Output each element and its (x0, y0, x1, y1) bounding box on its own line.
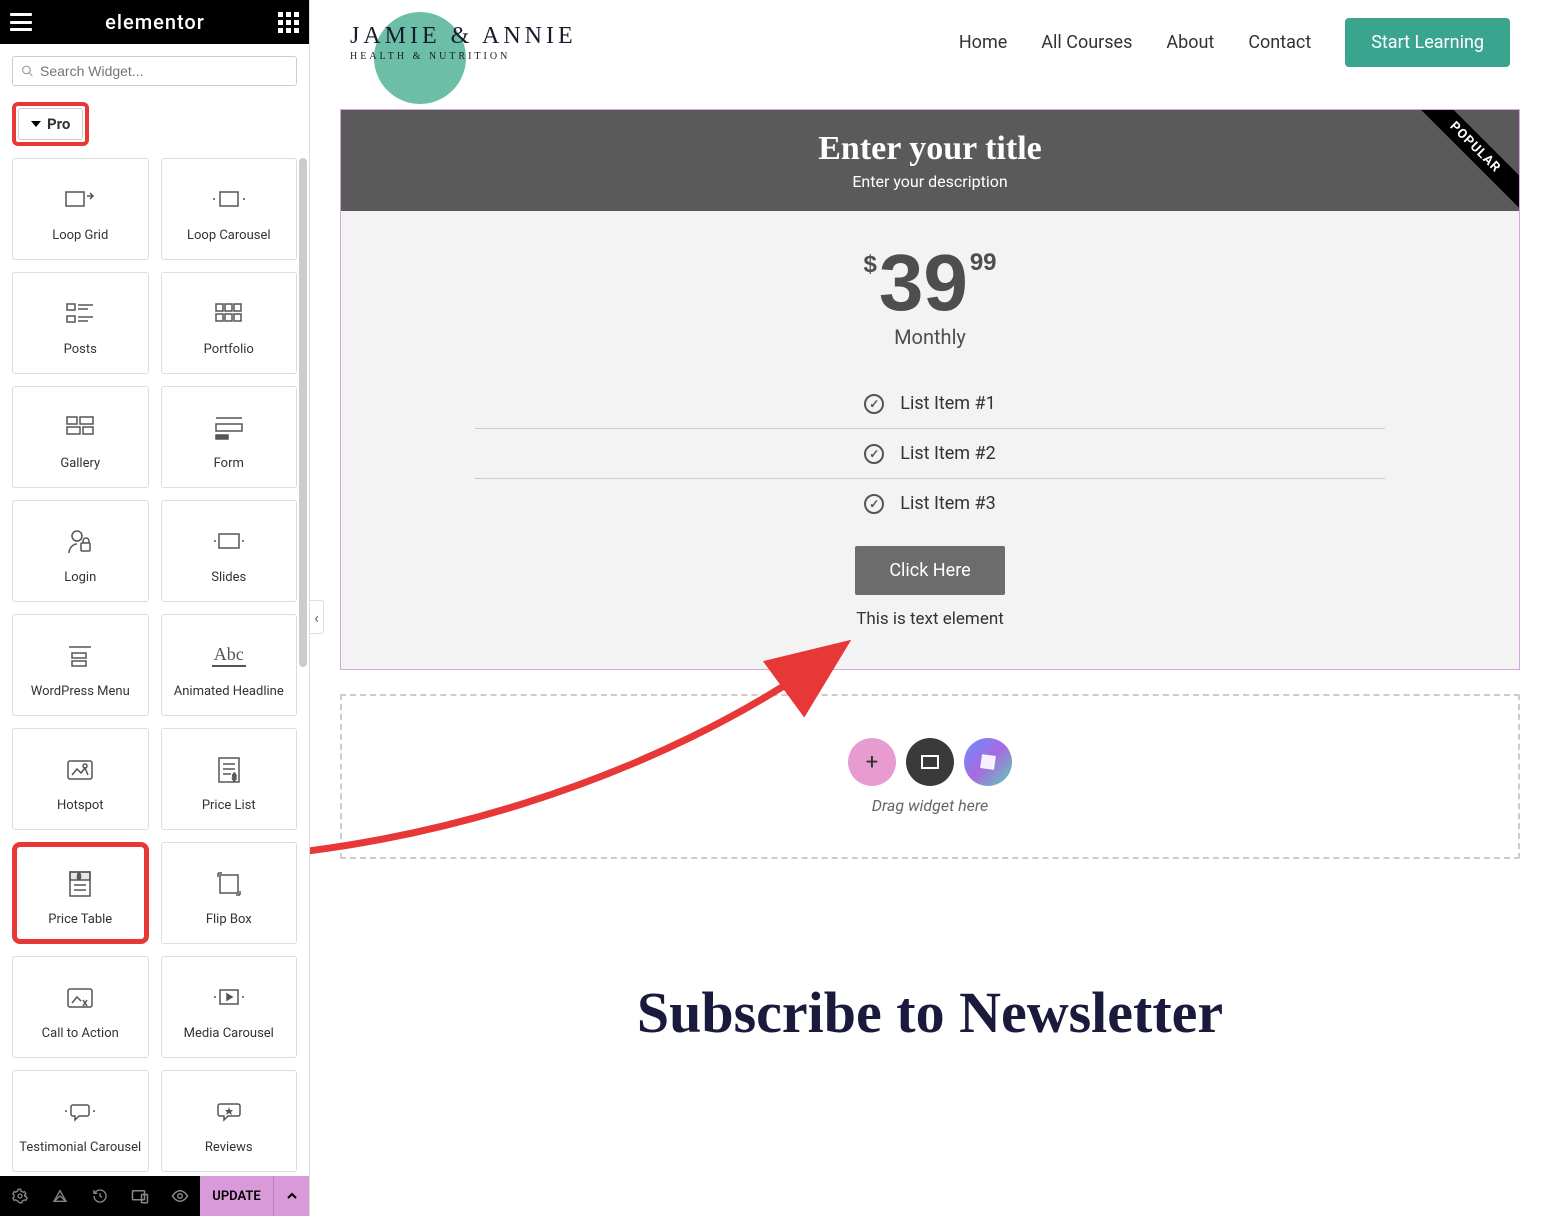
ribbon: POPULAR (1409, 110, 1519, 220)
svg-text:$: $ (232, 773, 237, 782)
add-container-icon[interactable] (906, 738, 954, 786)
widget-testimonial-carousel[interactable]: Testimonial Carousel (12, 1070, 149, 1172)
widget-reviews[interactable]: Reviews (161, 1070, 298, 1172)
search-wrap (0, 44, 309, 98)
widget-slides[interactable]: Slides (161, 500, 298, 602)
price-table-widget[interactable]: Enter your title Enter your description … (340, 109, 1520, 670)
add-section-icon[interactable]: + (848, 738, 896, 786)
caret-down-icon (31, 121, 41, 127)
panel-footer: UPDATE (0, 1176, 309, 1216)
brand-label: elementor (105, 10, 205, 34)
feature-item: List Item #3 (475, 479, 1385, 528)
history-icon[interactable] (80, 1188, 120, 1204)
collapse-panel[interactable] (310, 600, 324, 634)
nav-courses[interactable]: All Courses (1041, 32, 1132, 53)
highlight-pro: Pro (12, 102, 89, 146)
responsive-icon[interactable] (120, 1188, 160, 1204)
check-icon (864, 394, 884, 414)
widget-wordpress-menu[interactable]: WordPress Menu (12, 614, 149, 716)
price-header: Enter your title Enter your description … (341, 110, 1519, 211)
widget-posts[interactable]: Posts (12, 272, 149, 374)
widget-animated-headline[interactable]: AbcAnimated Headline (161, 614, 298, 716)
widget-price-table[interactable]: $Price Table (12, 842, 149, 944)
site-header: JAMIE & ANNIE HEALTH & NUTRITION Home Al… (310, 0, 1550, 85)
empty-section[interactable]: + Drag widget here (340, 694, 1520, 859)
price-period: Monthly (381, 325, 1479, 349)
widget-loop-carousel[interactable]: Loop Carousel (161, 158, 298, 260)
check-icon (864, 444, 884, 464)
settings-icon[interactable] (0, 1188, 40, 1204)
feature-item: List Item #2 (475, 429, 1385, 479)
feature-list: List Item #1 List Item #2 List Item #3 (475, 379, 1385, 528)
preview-icon[interactable] (160, 1189, 200, 1203)
update-options[interactable] (273, 1176, 309, 1216)
widget-form[interactable]: Form (161, 386, 298, 488)
elementor-panel: elementor Pro Loop Grid Loop Carousel Po… (0, 0, 310, 1216)
apps-grid-icon[interactable] (278, 12, 299, 33)
navigator-icon[interactable] (40, 1188, 80, 1204)
feature-item: List Item #1 (475, 379, 1385, 429)
price-footer-text: This is text element (381, 609, 1479, 629)
preview-area: JAMIE & ANNIE HEALTH & NUTRITION Home Al… (310, 0, 1550, 1216)
add-template-icon[interactable] (964, 738, 1012, 786)
drop-hint: Drag widget here (384, 796, 1476, 815)
check-icon (864, 494, 884, 514)
start-learning-button[interactable]: Start Learning (1345, 18, 1510, 67)
widget-gallery[interactable]: Gallery (12, 386, 149, 488)
widget-portfolio[interactable]: Portfolio (161, 272, 298, 374)
update-button[interactable]: UPDATE (200, 1176, 273, 1216)
newsletter-heading: Subscribe to Newsletter (310, 979, 1550, 1046)
site-logo[interactable]: JAMIE & ANNIE HEALTH & NUTRITION (350, 24, 577, 62)
widget-call-to-action[interactable]: Call to Action (12, 956, 149, 1058)
category-label: Pro (47, 115, 70, 133)
panel-header: elementor (0, 0, 309, 44)
newsletter-section: Subscribe to Newsletter (310, 979, 1550, 1046)
widget-media-carousel[interactable]: Media Carousel (161, 956, 298, 1058)
nav-about[interactable]: About (1166, 32, 1214, 53)
price-cta-button[interactable]: Click Here (855, 546, 1004, 595)
widget-hotspot[interactable]: Hotspot (12, 728, 149, 830)
widgets-list: Loop Grid Loop Carousel Posts Portfolio … (0, 158, 309, 1176)
price-amount: $ 39 99 (381, 243, 1479, 323)
svg-text:$: $ (77, 873, 81, 881)
category-toggle[interactable]: Pro (18, 108, 83, 140)
scrollbar[interactable] (299, 158, 307, 667)
nav-contact[interactable]: Contact (1248, 32, 1311, 53)
search-icon (21, 64, 34, 78)
price-description: Enter your description (351, 172, 1509, 191)
price-title: Enter your title (351, 130, 1509, 168)
widget-price-list[interactable]: $Price List (161, 728, 298, 830)
search-input[interactable] (40, 63, 288, 79)
menu-icon[interactable] (10, 13, 32, 31)
widget-flip-box[interactable]: Flip Box (161, 842, 298, 944)
nav-home[interactable]: Home (959, 32, 1007, 53)
widget-login[interactable]: Login (12, 500, 149, 602)
widget-loop-grid[interactable]: Loop Grid (12, 158, 149, 260)
